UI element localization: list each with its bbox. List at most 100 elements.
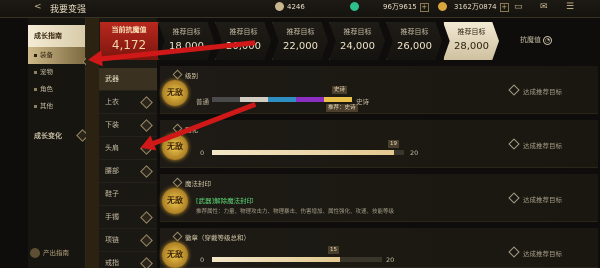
diamond-icon: [140, 96, 153, 109]
diamond-icon: [140, 257, 153, 268]
enhance-bar: [212, 150, 404, 155]
info-icon: ◔: [543, 35, 552, 45]
emblem-max: 20: [386, 256, 395, 264]
top-bar: < 我要变强 4246 96万9615 + 3162万0874 + ▭ ✉ ☰: [0, 0, 600, 18]
category-bracelet[interactable]: 手镯: [99, 206, 157, 229]
target-value: 26,000: [397, 41, 432, 52]
category-top[interactable]: 上衣: [99, 91, 157, 114]
badge-icon: 无敌: [162, 242, 188, 268]
menu-icon[interactable]: ☰: [566, 2, 574, 12]
output-guide-icon: [30, 248, 40, 258]
target-tab-28000[interactable]: 推荐目标 28,000: [443, 22, 499, 60]
target-tab-22000[interactable]: 推荐目标 22,000: [272, 22, 328, 60]
section-title: 魔法封印: [174, 178, 211, 188]
gold-add-button[interactable]: +: [499, 2, 509, 12]
nav-item-label: 其他: [40, 102, 53, 110]
dot-icon: [34, 104, 37, 108]
gem-counter: [350, 2, 359, 11]
tier-blue: [268, 97, 296, 102]
target-value: 24,000: [340, 41, 375, 52]
emblem-bar-fill: [212, 257, 340, 262]
mail-icon[interactable]: ✉: [540, 2, 548, 12]
tier-gray: [212, 97, 240, 102]
seal-recommended: 推荐属性：力量、物理攻击力、物理暴击、伤害增加、属性强化、攻速、技能等级: [196, 209, 395, 215]
emblem-value-tag: 15: [328, 246, 339, 254]
gem-add-button[interactable]: +: [419, 2, 429, 12]
category-label: 武器: [105, 75, 119, 83]
category-shoes[interactable]: 鞋子: [99, 183, 157, 206]
nav-item-label: 装备: [40, 51, 53, 59]
enhance-bar-fill: [212, 150, 395, 155]
target-label: 推荐目标: [457, 28, 486, 36]
target-label: 推荐目标: [286, 28, 315, 36]
nav-head-growth-guide[interactable]: 成长指南: [28, 25, 85, 47]
nav-item-equipment[interactable]: 装备: [28, 47, 85, 64]
nav-item-other[interactable]: 其他: [28, 98, 85, 115]
category-label: 上衣: [105, 98, 119, 106]
nav-footer[interactable]: 产出指南: [30, 247, 69, 258]
coin-icon: [275, 2, 284, 11]
dot-icon: [34, 70, 37, 74]
tier-purple: [296, 97, 324, 102]
tier-max-label: 史诗: [356, 98, 369, 106]
category-label: 腰部: [105, 167, 119, 175]
tier-bar: [212, 97, 352, 102]
bag-icon[interactable]: ▭: [514, 2, 523, 12]
category-necklace[interactable]: 项链: [99, 229, 157, 252]
nav-item-label: 宠物: [40, 68, 53, 76]
target-value: 28,000: [454, 41, 489, 52]
category-label: 手镯: [105, 213, 119, 221]
page-title: 我要变强: [50, 5, 87, 15]
diamond-icon: [140, 234, 153, 247]
dot-icon: [34, 53, 37, 57]
gold-value: 3162万0874: [454, 3, 497, 11]
coin-counter: 4246: [275, 2, 305, 11]
category-label: 头肩: [105, 144, 119, 152]
category-label: 戒指: [105, 259, 119, 267]
enhance-min: 0: [200, 149, 205, 157]
target-label: 推荐目标: [400, 28, 429, 36]
current-score-label: 当前抗魔值: [111, 26, 147, 34]
score-info[interactable]: 抗魔值 ◔: [520, 35, 552, 45]
category-belt[interactable]: 腰部: [99, 160, 157, 183]
gem-icon: [350, 2, 359, 11]
category-ring[interactable]: 戒指: [99, 252, 157, 268]
target-tab-24000[interactable]: 推荐目标 24,000: [329, 22, 385, 60]
diamond-icon: [140, 119, 153, 132]
current-score-value: 4,172: [111, 38, 147, 52]
section-title: 级别: [174, 70, 198, 80]
tier-min-label: 普通: [196, 98, 209, 106]
dot-icon: [34, 87, 37, 91]
nav-item-label: 角色: [40, 85, 53, 93]
category-bottom[interactable]: 下装: [99, 114, 157, 137]
row-magic-seal: 魔法封印 无敌 [武器]解除魔法封印 推荐属性：力量、物理攻击力、物理暴击、伤害…: [160, 174, 598, 222]
current-tier-tag: 史诗: [332, 86, 348, 94]
score-info-label: 抗魔值: [520, 36, 541, 44]
enhance-value-tag: 19: [388, 140, 399, 148]
gold-counter: [438, 2, 447, 11]
goal-reached-status: 达成推荐目标: [510, 248, 562, 258]
gold-value-wrap: 3162万0874 +: [454, 2, 509, 12]
nav-item-pet[interactable]: 宠物: [28, 64, 85, 81]
nav-footer-label: 产出指南: [43, 249, 69, 257]
nav-item-character[interactable]: 角色: [28, 81, 85, 98]
diamond-icon: [140, 211, 153, 224]
target-header: 当前抗魔值 4,172 推荐目标18,000 推荐目标20,000 推荐目标22…: [100, 22, 600, 60]
enhance-max: 20: [410, 149, 419, 157]
badge-icon: 无敌: [162, 188, 188, 214]
category-label: 鞋子: [105, 190, 119, 198]
target-label: 推荐目标: [343, 28, 372, 36]
back-button[interactable]: <: [34, 2, 42, 12]
category-label: 项链: [105, 236, 119, 244]
target-tab-26000[interactable]: 推荐目标 26,000: [386, 22, 442, 60]
section-title: 徽章（穿戴等级总和）: [174, 232, 250, 242]
gold-icon: [438, 2, 447, 11]
goal-reached-status: 达成推荐目标: [510, 140, 562, 150]
recommended-tier-tag: 推荐：史诗: [326, 104, 358, 112]
target-value: 22,000: [283, 41, 318, 52]
gem-value-wrap: 96万9615 +: [383, 2, 429, 12]
coin-value: 4246: [287, 2, 305, 11]
category-weapon[interactable]: 武器: [99, 68, 157, 91]
badge-icon: 无敌: [162, 80, 188, 106]
row-emblem: 徽章（穿戴等级总和） 无敌 0 15 20 达成推荐目标: [160, 228, 598, 268]
